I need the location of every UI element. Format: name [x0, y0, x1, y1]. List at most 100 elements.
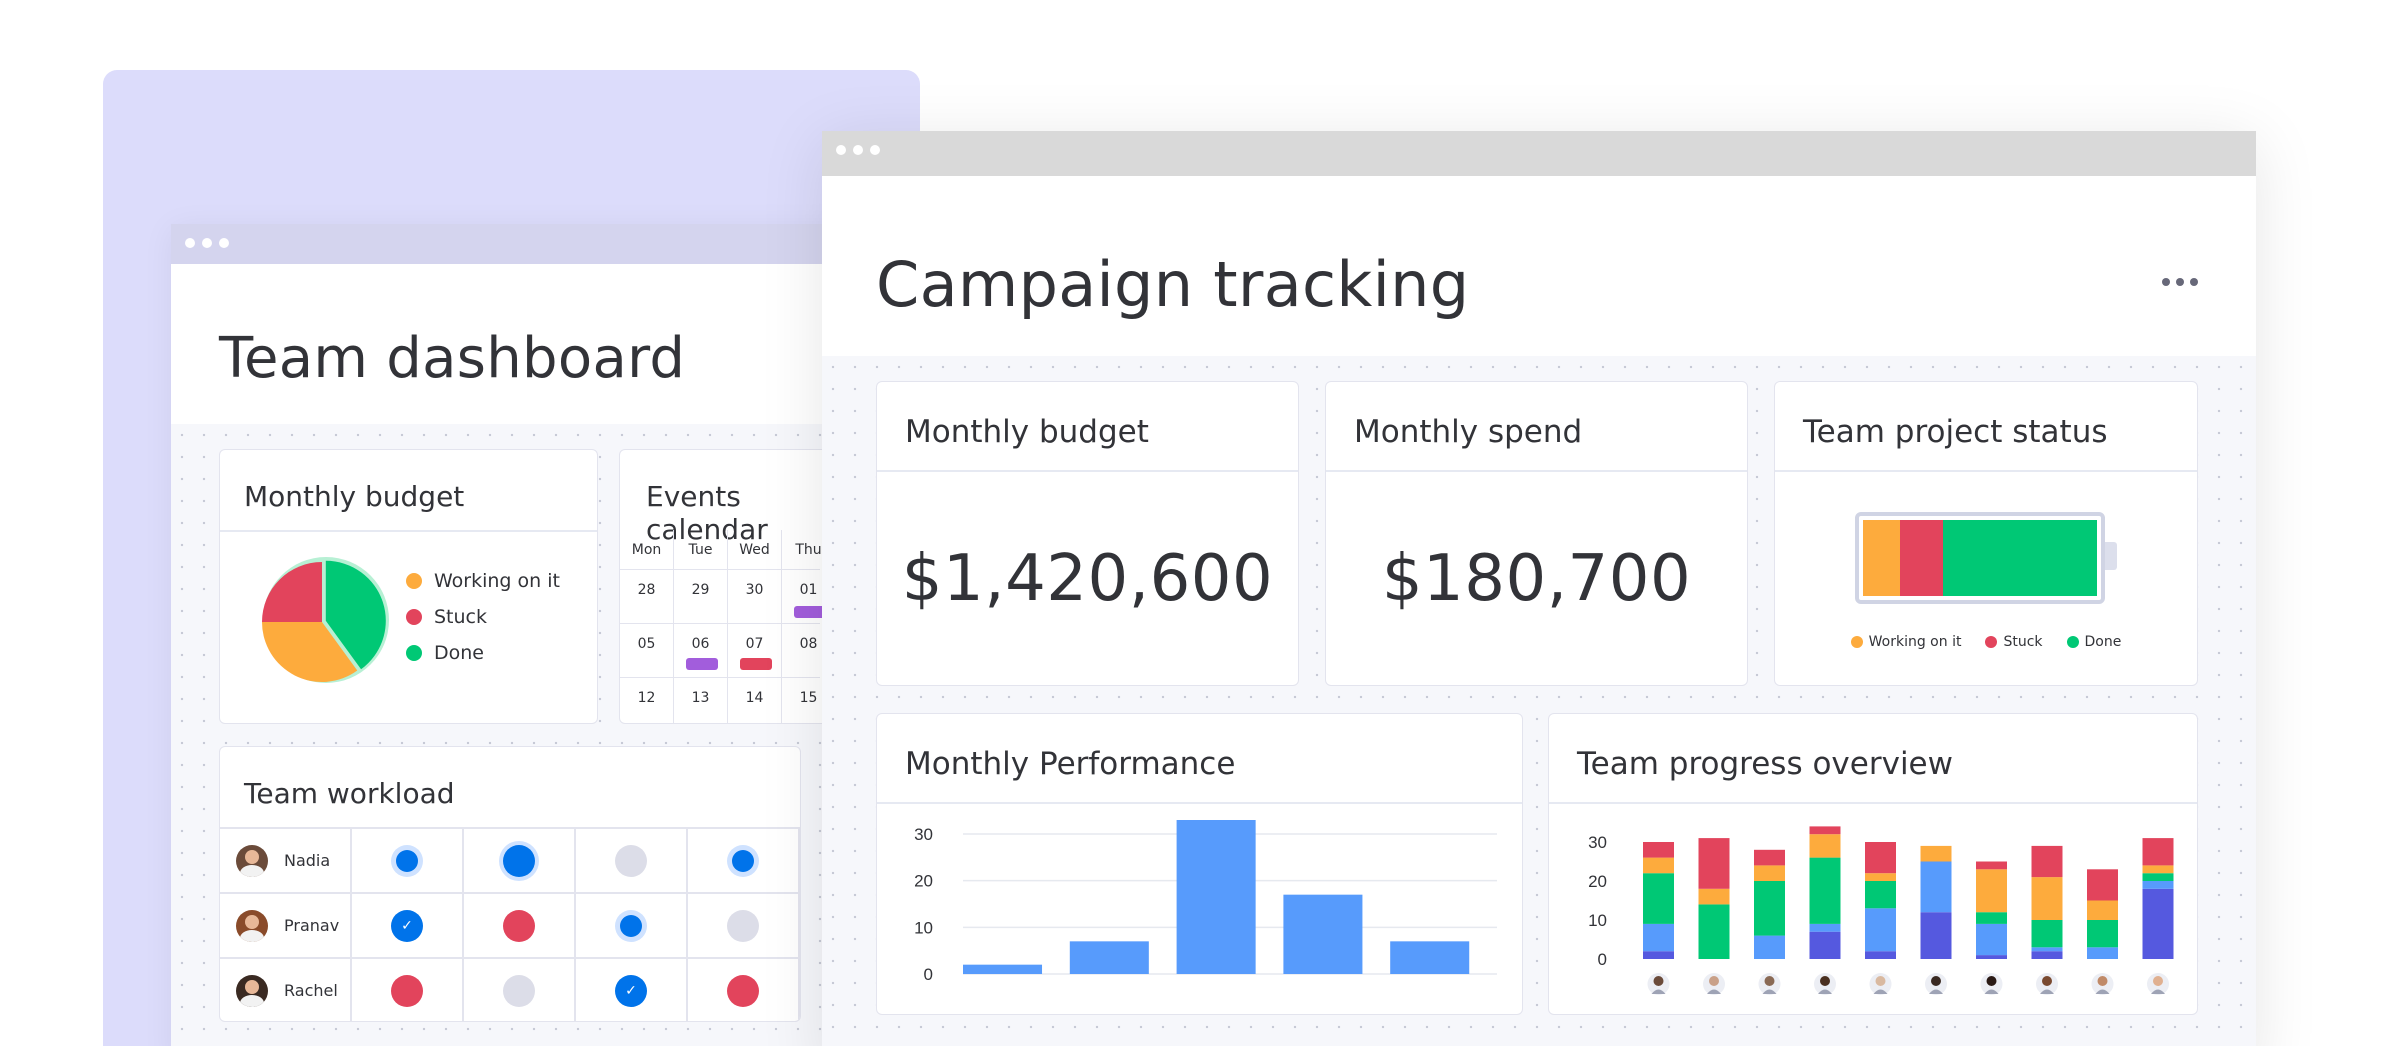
progress-bar-segment[interactable] — [1920, 845, 1952, 862]
workload-cell[interactable] — [352, 959, 464, 1021]
workload-cell[interactable] — [464, 959, 576, 1021]
progress-bar-segment[interactable] — [1754, 881, 1785, 936]
progress-bar-segment[interactable] — [2031, 920, 2063, 948]
progress-bar-segment[interactable] — [1809, 834, 1841, 858]
calendar-day[interactable]: 06 — [674, 624, 728, 677]
performance-bar[interactable] — [1176, 820, 1256, 974]
progress-bar-segment[interactable] — [1865, 873, 1896, 881]
progress-bar-segment[interactable] — [2087, 869, 2118, 901]
calendar-day[interactable]: 12 — [620, 678, 674, 723]
progress-bar-segment[interactable] — [2087, 947, 2118, 959]
progress-bar-segment[interactable] — [1643, 923, 1674, 952]
progress-bar-segment[interactable] — [1809, 857, 1841, 924]
progress-bar-segment[interactable] — [1754, 935, 1785, 959]
monthly-budget-kpi-card[interactable]: Monthly budget $1,420,600 — [876, 381, 1299, 686]
progress-bar-segment[interactable] — [1643, 857, 1674, 874]
status-dot[interactable] — [727, 909, 759, 942]
workload-cell[interactable]: ✓ — [352, 894, 464, 957]
performance-bar[interactable] — [963, 964, 1043, 974]
monthly-spend-kpi-card[interactable]: Monthly spend $180,700 — [1325, 381, 1748, 686]
progress-bar-segment[interactable] — [1698, 888, 1730, 905]
calendar-day[interactable]: 13 — [674, 678, 728, 723]
avatar — [236, 974, 268, 1007]
person-cell[interactable]: Rachel — [220, 959, 352, 1021]
workload-cell[interactable] — [688, 959, 800, 1021]
pie-slice-stuck[interactable] — [262, 562, 322, 622]
progress-bar-segment[interactable] — [1809, 923, 1841, 932]
status-dot[interactable] — [396, 849, 418, 872]
status-dot[interactable] — [727, 974, 759, 1007]
workload-cell[interactable] — [464, 829, 576, 892]
progress-bar-segment[interactable] — [2142, 865, 2174, 874]
calendar-day[interactable]: 05 — [620, 624, 674, 677]
progress-bar-segment[interactable] — [1865, 842, 1896, 874]
monthly-performance-card[interactable]: Monthly Performance 0 10 20 30 — [876, 713, 1523, 1015]
status-dot[interactable] — [732, 849, 754, 872]
progress-bar-segment[interactable] — [1754, 865, 1785, 881]
calendar-day[interactable]: 14 — [728, 678, 782, 723]
progress-bar-segment[interactable] — [2031, 845, 2063, 878]
progress-bar-segment[interactable] — [1976, 955, 2007, 959]
calendar-day[interactable]: 30 — [728, 570, 782, 623]
team-workload-card[interactable]: Team workload Nadia Pranav ✓ Rachel ✓ — [219, 746, 801, 1022]
window-controls[interactable] — [836, 145, 880, 155]
battery-fill — [1863, 520, 2097, 596]
person-cell[interactable]: Nadia — [220, 829, 352, 892]
status-dot[interactable] — [503, 909, 535, 942]
progress-bar-segment[interactable] — [1754, 849, 1785, 866]
progress-bar-segment[interactable] — [2142, 838, 2174, 866]
progress-bar-segment[interactable] — [1865, 908, 1896, 952]
performance-bar[interactable] — [1283, 894, 1363, 974]
progress-bar-segment[interactable] — [2087, 900, 2118, 921]
progress-bar-segment[interactable] — [1698, 904, 1730, 959]
event-bar[interactable] — [686, 658, 718, 670]
progress-bar-segment[interactable] — [1643, 951, 1674, 959]
calendar-day[interactable]: 29 — [674, 570, 728, 623]
team-progress-card[interactable]: Team progress overview 0 10 20 30 — [1548, 713, 2198, 1015]
progress-bar-segment[interactable] — [2031, 947, 2063, 952]
performance-bar[interactable] — [1069, 941, 1149, 974]
status-dot[interactable] — [620, 914, 642, 937]
progress-bar-segment[interactable] — [2142, 888, 2174, 959]
progress-bar-segment[interactable] — [1643, 842, 1674, 858]
progress-bar-segment[interactable] — [2142, 881, 2174, 889]
window-controls[interactable] — [185, 238, 229, 248]
progress-bar-segment[interactable] — [1865, 951, 1896, 959]
calendar-day[interactable]: 28 — [620, 570, 674, 623]
progress-bar-segment[interactable] — [1976, 861, 2007, 870]
progress-bar-segment[interactable] — [1809, 931, 1841, 959]
workload-cell[interactable] — [688, 894, 800, 957]
more-options-icon[interactable] — [2162, 278, 2198, 286]
progress-bar-segment[interactable] — [1643, 873, 1674, 924]
progress-bar-segment[interactable] — [1976, 912, 2007, 924]
workload-cell[interactable]: ✓ — [576, 959, 688, 1021]
workload-cell[interactable] — [688, 829, 800, 892]
progress-bar-segment[interactable] — [1698, 838, 1730, 889]
status-dot[interactable]: ✓ — [391, 909, 423, 942]
progress-bar-segment[interactable] — [1809, 826, 1841, 835]
progress-bar-segment[interactable] — [2031, 951, 2063, 959]
workload-cell[interactable] — [464, 894, 576, 957]
progress-bar-segment[interactable] — [1865, 881, 1896, 909]
performance-bar[interactable] — [1390, 941, 1470, 974]
workload-cell[interactable] — [576, 829, 688, 892]
calendar-day[interactable]: 07 — [728, 624, 782, 677]
status-dot[interactable] — [503, 974, 535, 1007]
status-dot[interactable]: ✓ — [615, 974, 647, 1007]
status-dot[interactable] — [503, 844, 535, 877]
progress-bar-segment[interactable] — [1976, 869, 2007, 913]
progress-bar-segment[interactable] — [2142, 873, 2174, 881]
workload-cell[interactable] — [576, 894, 688, 957]
status-dot[interactable] — [391, 974, 423, 1007]
progress-bar-segment[interactable] — [2031, 877, 2063, 920]
status-dot[interactable] — [615, 844, 647, 877]
workload-cell[interactable] — [352, 829, 464, 892]
monthly-budget-card[interactable]: Monthly budget Working on it Stuck Done — [219, 449, 598, 724]
progress-bar-segment[interactable] — [1920, 861, 1952, 913]
progress-bar-segment[interactable] — [1976, 923, 2007, 956]
person-cell[interactable]: Pranav — [220, 894, 352, 957]
team-project-status-card[interactable]: Team project status Working on it Stuck … — [1774, 381, 2198, 686]
progress-bar-segment[interactable] — [1920, 912, 1952, 959]
progress-bar-segment[interactable] — [2087, 920, 2118, 948]
event-bar[interactable] — [740, 658, 772, 670]
